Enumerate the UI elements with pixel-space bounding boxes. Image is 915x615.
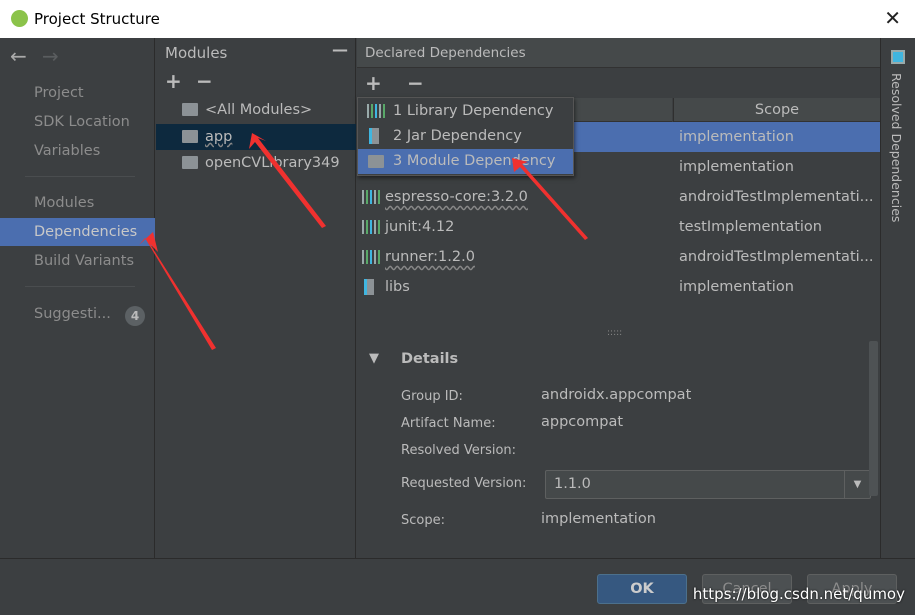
jar-icon bbox=[364, 279, 374, 295]
dependency-row[interactable]: libs implementation bbox=[357, 272, 880, 302]
scope-label: Scope: bbox=[401, 513, 445, 528]
add-dependency-menu: 1 Library Dependency 2 Jar Dependency 3 … bbox=[357, 97, 574, 176]
library-icon bbox=[362, 250, 380, 264]
details-title: Details bbox=[401, 351, 459, 367]
dependency-row[interactable]: espresso-core:3.2.0 androidTestImplementa… bbox=[357, 182, 880, 212]
app-module-folder-icon bbox=[182, 130, 198, 143]
menu-item-module-dependency[interactable]: 3 Module Dependency bbox=[358, 149, 573, 174]
requested-version-label: Requested Version: bbox=[401, 476, 527, 491]
group-id-label: Group ID: bbox=[401, 389, 463, 404]
details-panel: ▼ Details Group ID: androidx.appcompat A… bbox=[357, 333, 880, 558]
sidebar-item-variables[interactable]: Variables bbox=[0, 137, 155, 165]
module-label: app bbox=[205, 129, 233, 145]
modules-title: Modules bbox=[165, 44, 228, 62]
library-module-folder-icon bbox=[182, 156, 198, 169]
dropdown-arrow-icon[interactable]: ▼ bbox=[844, 471, 870, 498]
watermark: https://blog.csdn.net/qumoy bbox=[692, 585, 905, 603]
sidebar-item-dependencies[interactable]: Dependencies bbox=[0, 218, 155, 246]
title-bar: Project Structure ✕ bbox=[0, 0, 915, 38]
library-icon bbox=[362, 190, 380, 204]
forward-arrow-icon[interactable]: → bbox=[42, 44, 59, 68]
module-label: <All Modules> bbox=[205, 102, 313, 118]
collapse-triangle-icon[interactable]: ▼ bbox=[369, 351, 379, 366]
sidebar: ← → Project SDK Location Variables Modul… bbox=[0, 38, 155, 558]
sidebar-item-suggestions[interactable]: Suggesti... 4 bbox=[0, 300, 155, 328]
dependency-name: libs bbox=[385, 279, 410, 295]
dependency-scope: implementation bbox=[679, 159, 794, 175]
library-icon bbox=[367, 104, 385, 118]
add-dependency-button[interactable]: + bbox=[365, 71, 382, 95]
menu-item-library-dependency[interactable]: 1 Library Dependency bbox=[358, 99, 573, 124]
sidebar-item-build-variants[interactable]: Build Variants bbox=[0, 247, 155, 275]
right-tool-strip: Resolved Dependencies bbox=[880, 38, 915, 558]
android-studio-logo-icon bbox=[11, 10, 28, 27]
artifact-name-value: appcompat bbox=[541, 414, 624, 430]
add-module-button[interactable]: + bbox=[165, 69, 182, 93]
module-item-opencvlibrary349[interactable]: openCVLibrary349 bbox=[156, 150, 356, 176]
requested-version-value: 1.1.0 bbox=[554, 476, 591, 492]
dependency-row[interactable]: junit:4.12 testImplementation bbox=[357, 212, 880, 242]
divider bbox=[25, 286, 135, 287]
module-item-app[interactable]: app bbox=[156, 124, 356, 150]
column-header-scope[interactable]: Scope bbox=[673, 98, 880, 122]
module-item-all-modules[interactable]: <All Modules> bbox=[156, 97, 356, 123]
dependency-scope: androidTestImplementati... bbox=[679, 189, 874, 205]
dependency-scope: testImplementation bbox=[679, 219, 822, 235]
collapse-panel-button[interactable]: — bbox=[332, 40, 348, 59]
menu-item-jar-dependency[interactable]: 2 Jar Dependency bbox=[358, 124, 573, 149]
dependency-name: runner:1.2.0 bbox=[385, 249, 475, 265]
modules-panel: Modules — + − <All Modules> app openCVLi… bbox=[156, 38, 356, 558]
dependency-name: junit:4.12 bbox=[385, 219, 455, 235]
declared-dependencies-title: Declared Dependencies bbox=[357, 38, 880, 68]
artifact-name-label: Artifact Name: bbox=[401, 416, 496, 431]
dependency-scope: implementation bbox=[679, 129, 794, 145]
requested-version-combobox[interactable]: 1.1.0 ▼ bbox=[545, 470, 871, 499]
dependency-scope: implementation bbox=[679, 279, 794, 295]
suggestions-count-badge: 4 bbox=[125, 306, 145, 326]
module-folder-icon bbox=[368, 155, 384, 168]
menu-label: 1 Library Dependency bbox=[393, 103, 554, 119]
menu-label: 2 Jar Dependency bbox=[393, 128, 522, 144]
all-modules-folder-icon bbox=[182, 103, 198, 116]
remove-module-button[interactable]: − bbox=[196, 69, 213, 93]
remove-dependency-button[interactable]: − bbox=[407, 71, 424, 95]
sidebar-item-modules[interactable]: Modules bbox=[0, 189, 155, 217]
close-button[interactable]: ✕ bbox=[884, 6, 901, 30]
suggestions-label: Suggesti... bbox=[34, 306, 111, 322]
group-id-value: androidx.appcompat bbox=[541, 387, 692, 403]
sidebar-item-sdk-location[interactable]: SDK Location bbox=[0, 108, 155, 136]
back-arrow-icon[interactable]: ← bbox=[10, 44, 27, 68]
scrollbar[interactable] bbox=[869, 341, 878, 496]
jar-icon bbox=[369, 128, 379, 144]
ok-button[interactable]: OK bbox=[597, 574, 687, 604]
window-title: Project Structure bbox=[34, 10, 160, 28]
menu-label: 3 Module Dependency bbox=[393, 153, 556, 169]
resolved-dependencies-icon bbox=[891, 50, 905, 64]
resolved-version-label: Resolved Version: bbox=[401, 443, 517, 458]
dependency-row[interactable]: runner:1.2.0 androidTestImplementati... bbox=[357, 242, 880, 272]
dependency-scope: androidTestImplementati... bbox=[679, 249, 874, 265]
resolved-dependencies-tab[interactable]: Resolved Dependencies bbox=[889, 73, 904, 222]
divider bbox=[25, 176, 135, 177]
dependency-name: espresso-core:3.2.0 bbox=[385, 189, 528, 205]
scope-value: implementation bbox=[541, 511, 656, 527]
sidebar-item-project[interactable]: Project bbox=[0, 79, 155, 107]
library-icon bbox=[362, 220, 380, 234]
module-label: openCVLibrary349 bbox=[205, 155, 340, 171]
